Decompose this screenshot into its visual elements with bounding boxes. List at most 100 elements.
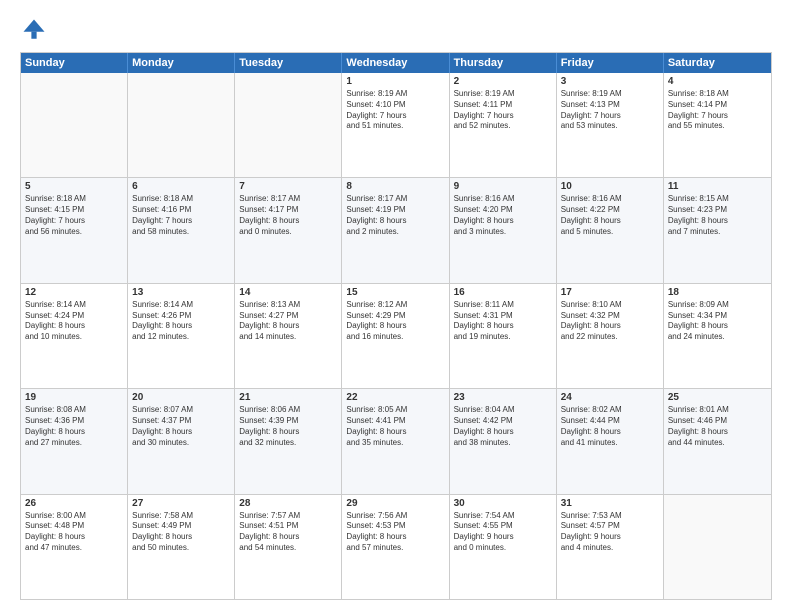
day-cell-31: 31 Sunrise: 7:53 AM Sunset: 4:57 PM Dayli… bbox=[557, 495, 664, 599]
day-info: Sunrise: 8:17 AM Sunset: 4:19 PM Dayligh… bbox=[346, 194, 444, 237]
header bbox=[20, 16, 772, 44]
day-info: Sunrise: 8:12 AM Sunset: 4:29 PM Dayligh… bbox=[346, 300, 444, 343]
day-info: Sunrise: 8:15 AM Sunset: 4:23 PM Dayligh… bbox=[668, 194, 767, 237]
day-number: 8 bbox=[346, 181, 444, 192]
day-number: 2 bbox=[454, 76, 552, 87]
day-cell-17: 17 Sunrise: 8:10 AM Sunset: 4:32 PM Dayli… bbox=[557, 284, 664, 388]
day-cell-2: 2 Sunrise: 8:19 AM Sunset: 4:11 PM Daylig… bbox=[450, 73, 557, 177]
day-cell-1: 1Sunrise: 8:19 AM Sunset: 4:10 PM Daylig… bbox=[342, 73, 449, 177]
day-number: 11 bbox=[668, 181, 767, 192]
day-info: Sunrise: 8:17 AM Sunset: 4:17 PM Dayligh… bbox=[239, 194, 337, 237]
day-number: 6 bbox=[132, 181, 230, 192]
day-cell-10: 10 Sunrise: 8:16 AM Sunset: 4:22 PM Dayli… bbox=[557, 178, 664, 282]
day-cell-30: 30Sunrise: 7:54 AM Sunset: 4:55 PM Dayli… bbox=[450, 495, 557, 599]
day-number: 21 bbox=[239, 392, 337, 403]
day-number: 5 bbox=[25, 181, 123, 192]
day-number: 25 bbox=[668, 392, 767, 403]
day-number: 1 bbox=[346, 76, 444, 87]
day-info: Sunrise: 7:56 AM Sunset: 4:53 PM Dayligh… bbox=[346, 511, 444, 554]
day-info: Sunrise: 8:06 AM Sunset: 4:39 PM Dayligh… bbox=[239, 405, 337, 448]
day-number: 13 bbox=[132, 287, 230, 298]
day-number: 29 bbox=[346, 498, 444, 509]
day-cell-25: 25 Sunrise: 8:01 AM Sunset: 4:46 PM Dayli… bbox=[664, 389, 771, 493]
day-number: 19 bbox=[25, 392, 123, 403]
day-cell-19: 19Sunrise: 8:08 AM Sunset: 4:36 PM Dayli… bbox=[21, 389, 128, 493]
header-day-wednesday: Wednesday bbox=[342, 53, 449, 73]
day-number: 7 bbox=[239, 181, 337, 192]
day-cell-9: 9Sunrise: 8:16 AM Sunset: 4:20 PM Daylig… bbox=[450, 178, 557, 282]
day-cell-26: 26 Sunrise: 8:00 AM Sunset: 4:48 PM Dayli… bbox=[21, 495, 128, 599]
day-info: Sunrise: 8:18 AM Sunset: 4:15 PM Dayligh… bbox=[25, 194, 123, 237]
day-cell-13: 13 Sunrise: 8:14 AM Sunset: 4:26 PM Dayli… bbox=[128, 284, 235, 388]
day-number: 26 bbox=[25, 498, 123, 509]
header-day-friday: Friday bbox=[557, 53, 664, 73]
day-cell-15: 15 Sunrise: 8:12 AM Sunset: 4:29 PM Dayli… bbox=[342, 284, 449, 388]
day-info: Sunrise: 8:00 AM Sunset: 4:48 PM Dayligh… bbox=[25, 511, 123, 554]
day-cell-14: 14 Sunrise: 8:13 AM Sunset: 4:27 PM Dayli… bbox=[235, 284, 342, 388]
day-number: 3 bbox=[561, 76, 659, 87]
day-info: Sunrise: 8:18 AM Sunset: 4:16 PM Dayligh… bbox=[132, 194, 230, 237]
day-info: Sunrise: 8:14 AM Sunset: 4:26 PM Dayligh… bbox=[132, 300, 230, 343]
day-number: 28 bbox=[239, 498, 337, 509]
day-number: 31 bbox=[561, 498, 659, 509]
day-number: 30 bbox=[454, 498, 552, 509]
day-info: Sunrise: 8:05 AM Sunset: 4:41 PM Dayligh… bbox=[346, 405, 444, 448]
header-day-saturday: Saturday bbox=[664, 53, 771, 73]
header-day-tuesday: Tuesday bbox=[235, 53, 342, 73]
day-info: Sunrise: 8:13 AM Sunset: 4:27 PM Dayligh… bbox=[239, 300, 337, 343]
day-cell-20: 20Sunrise: 8:07 AM Sunset: 4:37 PM Dayli… bbox=[128, 389, 235, 493]
day-info: Sunrise: 8:14 AM Sunset: 4:24 PM Dayligh… bbox=[25, 300, 123, 343]
day-number: 16 bbox=[454, 287, 552, 298]
empty-cell-0-2 bbox=[235, 73, 342, 177]
day-info: Sunrise: 8:10 AM Sunset: 4:32 PM Dayligh… bbox=[561, 300, 659, 343]
day-cell-11: 11 Sunrise: 8:15 AM Sunset: 4:23 PM Dayli… bbox=[664, 178, 771, 282]
day-cell-21: 21 Sunrise: 8:06 AM Sunset: 4:39 PM Dayli… bbox=[235, 389, 342, 493]
day-number: 22 bbox=[346, 392, 444, 403]
day-cell-12: 12 Sunrise: 8:14 AM Sunset: 4:24 PM Dayli… bbox=[21, 284, 128, 388]
logo-icon bbox=[20, 16, 48, 44]
empty-cell-0-0 bbox=[21, 73, 128, 177]
header-day-thursday: Thursday bbox=[450, 53, 557, 73]
calendar-row-0: 1Sunrise: 8:19 AM Sunset: 4:10 PM Daylig… bbox=[21, 73, 771, 177]
header-day-sunday: Sunday bbox=[21, 53, 128, 73]
header-day-monday: Monday bbox=[128, 53, 235, 73]
day-info: Sunrise: 8:19 AM Sunset: 4:11 PM Dayligh… bbox=[454, 89, 552, 132]
day-cell-22: 22 Sunrise: 8:05 AM Sunset: 4:41 PM Dayli… bbox=[342, 389, 449, 493]
day-number: 17 bbox=[561, 287, 659, 298]
day-info: Sunrise: 8:19 AM Sunset: 4:13 PM Dayligh… bbox=[561, 89, 659, 132]
calendar-row-2: 12 Sunrise: 8:14 AM Sunset: 4:24 PM Dayli… bbox=[21, 283, 771, 388]
day-info: Sunrise: 8:04 AM Sunset: 4:42 PM Dayligh… bbox=[454, 405, 552, 448]
day-cell-29: 29 Sunrise: 7:56 AM Sunset: 4:53 PM Dayli… bbox=[342, 495, 449, 599]
day-info: Sunrise: 8:18 AM Sunset: 4:14 PM Dayligh… bbox=[668, 89, 767, 132]
calendar-row-1: 5 Sunrise: 8:18 AM Sunset: 4:15 PM Daylig… bbox=[21, 177, 771, 282]
day-number: 14 bbox=[239, 287, 337, 298]
day-info: Sunrise: 8:01 AM Sunset: 4:46 PM Dayligh… bbox=[668, 405, 767, 448]
day-number: 24 bbox=[561, 392, 659, 403]
day-cell-16: 16 Sunrise: 8:11 AM Sunset: 4:31 PM Dayli… bbox=[450, 284, 557, 388]
logo bbox=[20, 16, 52, 44]
day-number: 27 bbox=[132, 498, 230, 509]
day-number: 15 bbox=[346, 287, 444, 298]
day-cell-28: 28 Sunrise: 7:57 AM Sunset: 4:51 PM Dayli… bbox=[235, 495, 342, 599]
day-cell-6: 6 Sunrise: 8:18 AM Sunset: 4:16 PM Daylig… bbox=[128, 178, 235, 282]
day-info: Sunrise: 8:16 AM Sunset: 4:22 PM Dayligh… bbox=[561, 194, 659, 237]
empty-cell-4-6 bbox=[664, 495, 771, 599]
day-number: 18 bbox=[668, 287, 767, 298]
day-info: Sunrise: 7:53 AM Sunset: 4:57 PM Dayligh… bbox=[561, 511, 659, 554]
day-cell-27: 27Sunrise: 7:58 AM Sunset: 4:49 PM Dayli… bbox=[128, 495, 235, 599]
day-number: 12 bbox=[25, 287, 123, 298]
day-cell-7: 7 Sunrise: 8:17 AM Sunset: 4:17 PM Daylig… bbox=[235, 178, 342, 282]
day-number: 4 bbox=[668, 76, 767, 87]
calendar-body: 1Sunrise: 8:19 AM Sunset: 4:10 PM Daylig… bbox=[21, 73, 771, 599]
day-info: Sunrise: 8:02 AM Sunset: 4:44 PM Dayligh… bbox=[561, 405, 659, 448]
day-cell-4: 4 Sunrise: 8:18 AM Sunset: 4:14 PM Daylig… bbox=[664, 73, 771, 177]
day-number: 10 bbox=[561, 181, 659, 192]
day-cell-8: 8 Sunrise: 8:17 AM Sunset: 4:19 PM Daylig… bbox=[342, 178, 449, 282]
day-cell-18: 18Sunrise: 8:09 AM Sunset: 4:34 PM Dayli… bbox=[664, 284, 771, 388]
day-info: Sunrise: 7:57 AM Sunset: 4:51 PM Dayligh… bbox=[239, 511, 337, 554]
calendar: SundayMondayTuesdayWednesdayThursdayFrid… bbox=[20, 52, 772, 600]
calendar-row-3: 19Sunrise: 8:08 AM Sunset: 4:36 PM Dayli… bbox=[21, 388, 771, 493]
day-info: Sunrise: 8:11 AM Sunset: 4:31 PM Dayligh… bbox=[454, 300, 552, 343]
day-cell-5: 5 Sunrise: 8:18 AM Sunset: 4:15 PM Daylig… bbox=[21, 178, 128, 282]
page: SundayMondayTuesdayWednesdayThursdayFrid… bbox=[0, 0, 792, 612]
